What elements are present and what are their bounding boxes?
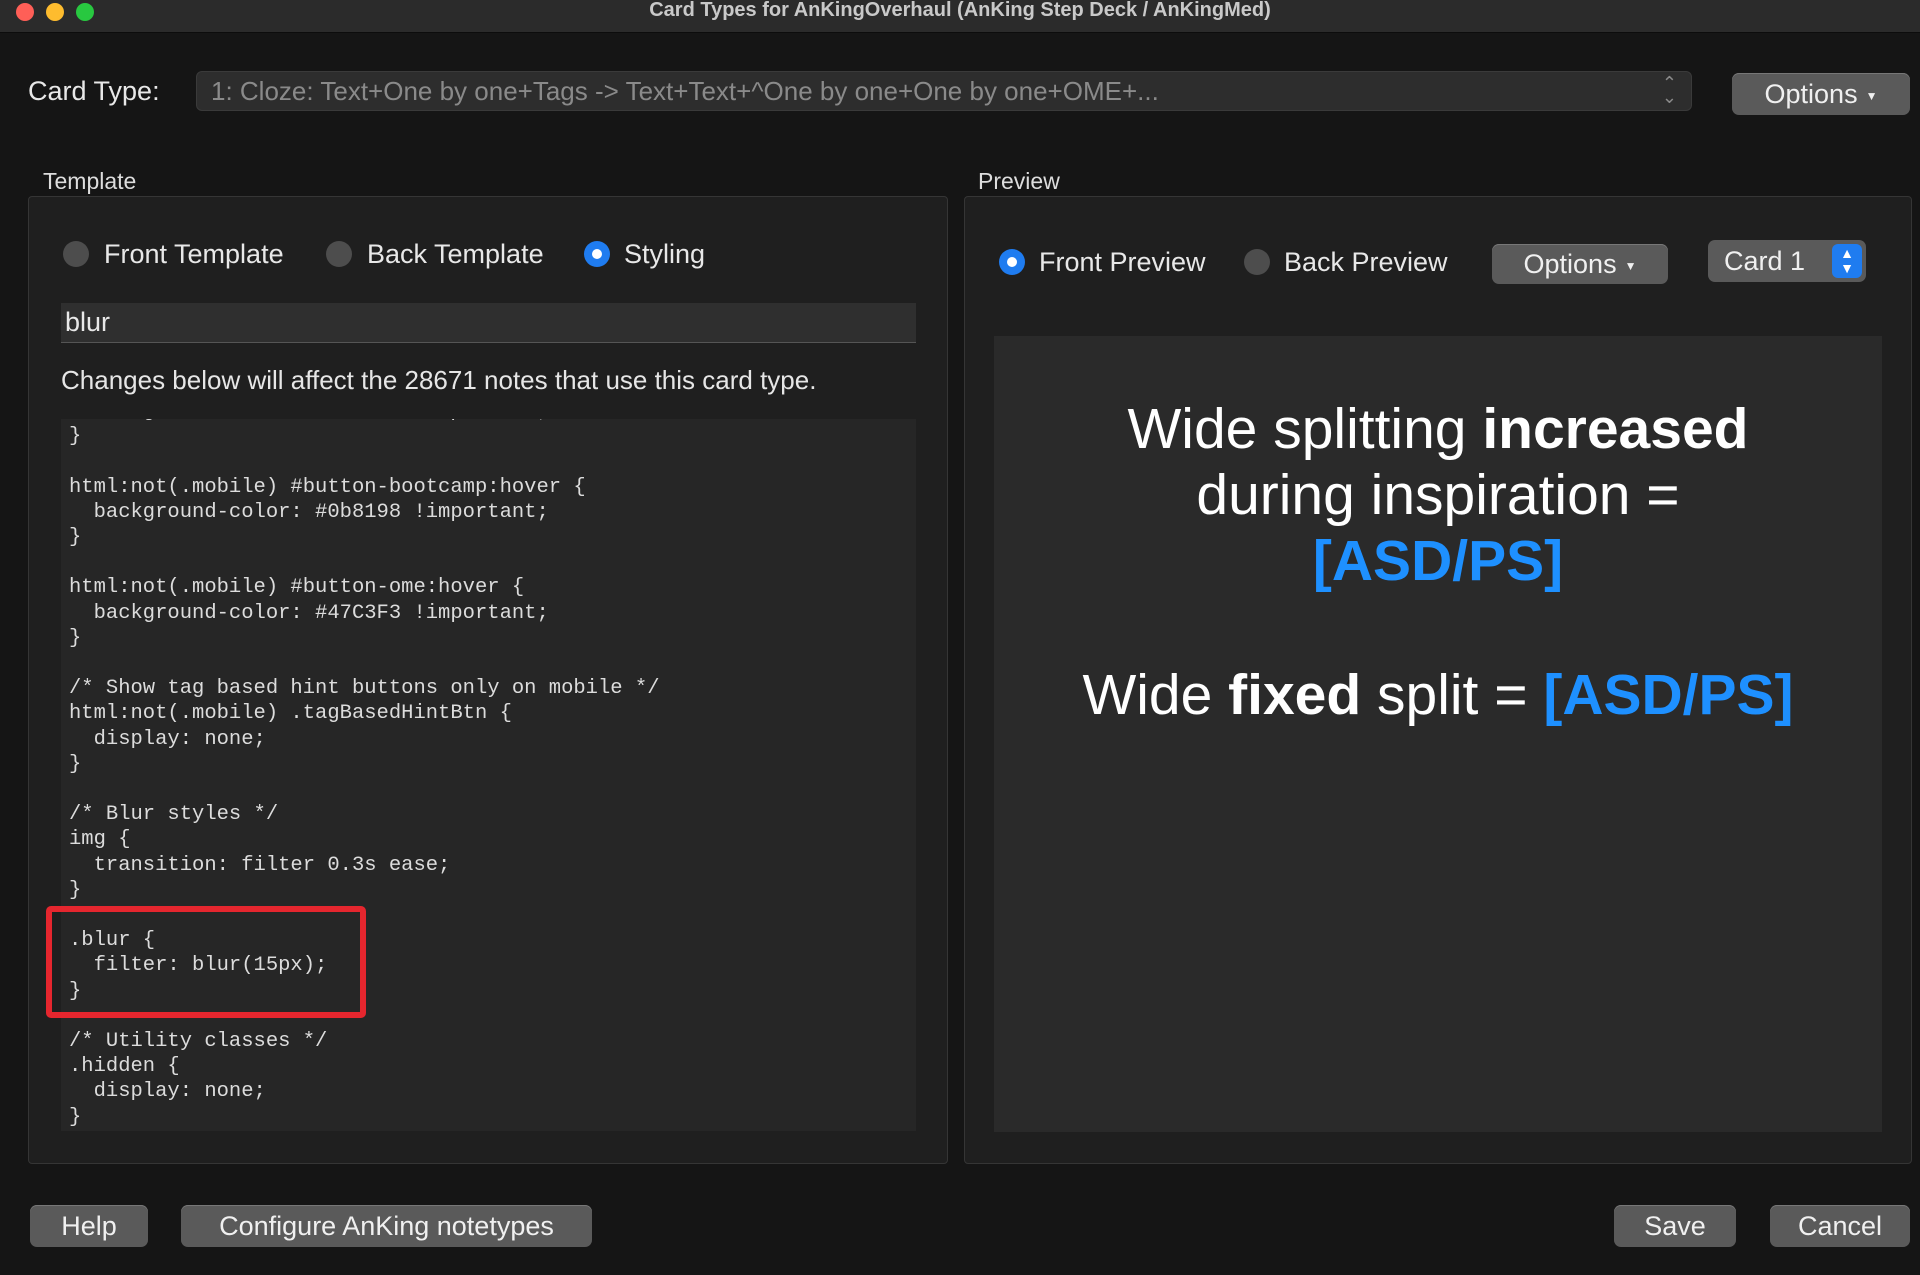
card-bold-text: fixed xyxy=(1228,663,1362,727)
template-group-label: Template xyxy=(43,168,137,194)
card-cloze-text: [ASD/PS] xyxy=(1312,529,1564,593)
template-panel: Front Template Back Template Styling Cha… xyxy=(28,196,948,1164)
front-template-radio[interactable] xyxy=(63,241,89,267)
caret-down-icon: ▼ xyxy=(1624,258,1637,273)
styling-code-text: background-color: #1c3c3c !important; } … xyxy=(69,419,660,1129)
blur-rule-highlight xyxy=(46,906,366,1018)
styling-label[interactable]: Styling xyxy=(624,239,705,269)
card-type-options-button[interactable]: Options ▼ xyxy=(1732,73,1910,115)
card-bold-text: increased xyxy=(1482,397,1749,461)
back-template-label[interactable]: Back Template xyxy=(367,239,544,269)
configure-anking-notetypes-button[interactable]: Configure AnKing notetypes xyxy=(181,1205,592,1247)
styling-radio[interactable] xyxy=(584,241,610,267)
card-text-segment: Wide splitting xyxy=(1127,397,1483,461)
preview-options-label: Options xyxy=(1523,249,1617,279)
title-bar: Card Types for AnKingOverhaul (AnKing St… xyxy=(0,0,1920,33)
card-text-line-2: during inspiration = xyxy=(1196,463,1680,527)
card-selector[interactable]: Card 1 ▲ ▼ xyxy=(1708,240,1866,282)
card-type-selected-value: 1: Cloze: Text+One by one+Tags -> Text+T… xyxy=(211,76,1159,106)
save-button[interactable]: Save xyxy=(1614,1205,1736,1247)
card-type-select[interactable]: 1: Cloze: Text+One by one+Tags -> Text+T… xyxy=(196,71,1692,111)
front-template-label[interactable]: Front Template xyxy=(104,239,284,269)
cancel-button[interactable]: Cancel xyxy=(1770,1205,1910,1247)
card-type-options-label: Options xyxy=(1764,79,1858,109)
front-preview-radio[interactable] xyxy=(999,249,1025,275)
card-text-line-4: Wide fixed split = [ASD/PS] xyxy=(994,662,1882,728)
card-cloze-text: [ASD/PS] xyxy=(1543,663,1794,727)
preview-options-button[interactable]: Options ▼ xyxy=(1492,244,1668,284)
back-preview-label[interactable]: Back Preview xyxy=(1284,247,1448,277)
card-selector-value: Card 1 xyxy=(1724,246,1806,276)
back-preview-radio[interactable] xyxy=(1244,249,1270,275)
chevron-up-down-icon: ⌃ ⌄ xyxy=(1661,73,1677,107)
chevron-up-down-icon: ▲ ▼ xyxy=(1832,244,1862,278)
card-text-line-1: Wide splitting increased xyxy=(994,396,1882,462)
back-template-radio[interactable] xyxy=(326,241,352,267)
template-search-input[interactable] xyxy=(61,303,916,343)
card-preview-area: Wide splitting increased during inspirat… xyxy=(994,336,1882,1132)
caret-down-icon: ▼ xyxy=(1865,88,1878,103)
preview-group-label: Preview xyxy=(978,168,1060,194)
front-preview-label[interactable]: Front Preview xyxy=(1039,247,1206,277)
card-text-segment: Wide xyxy=(1082,663,1229,727)
help-button[interactable]: Help xyxy=(30,1205,148,1247)
window-title: Card Types for AnKingOverhaul (AnKing St… xyxy=(649,0,1271,21)
affected-notes-warning: Changes below will affect the 28671 note… xyxy=(61,365,817,395)
styling-code-editor[interactable]: background-color: #1c3c3c !important; } … xyxy=(61,419,916,1131)
card-type-label: Card Type: xyxy=(28,76,160,106)
card-text-segment: split = xyxy=(1361,663,1544,727)
